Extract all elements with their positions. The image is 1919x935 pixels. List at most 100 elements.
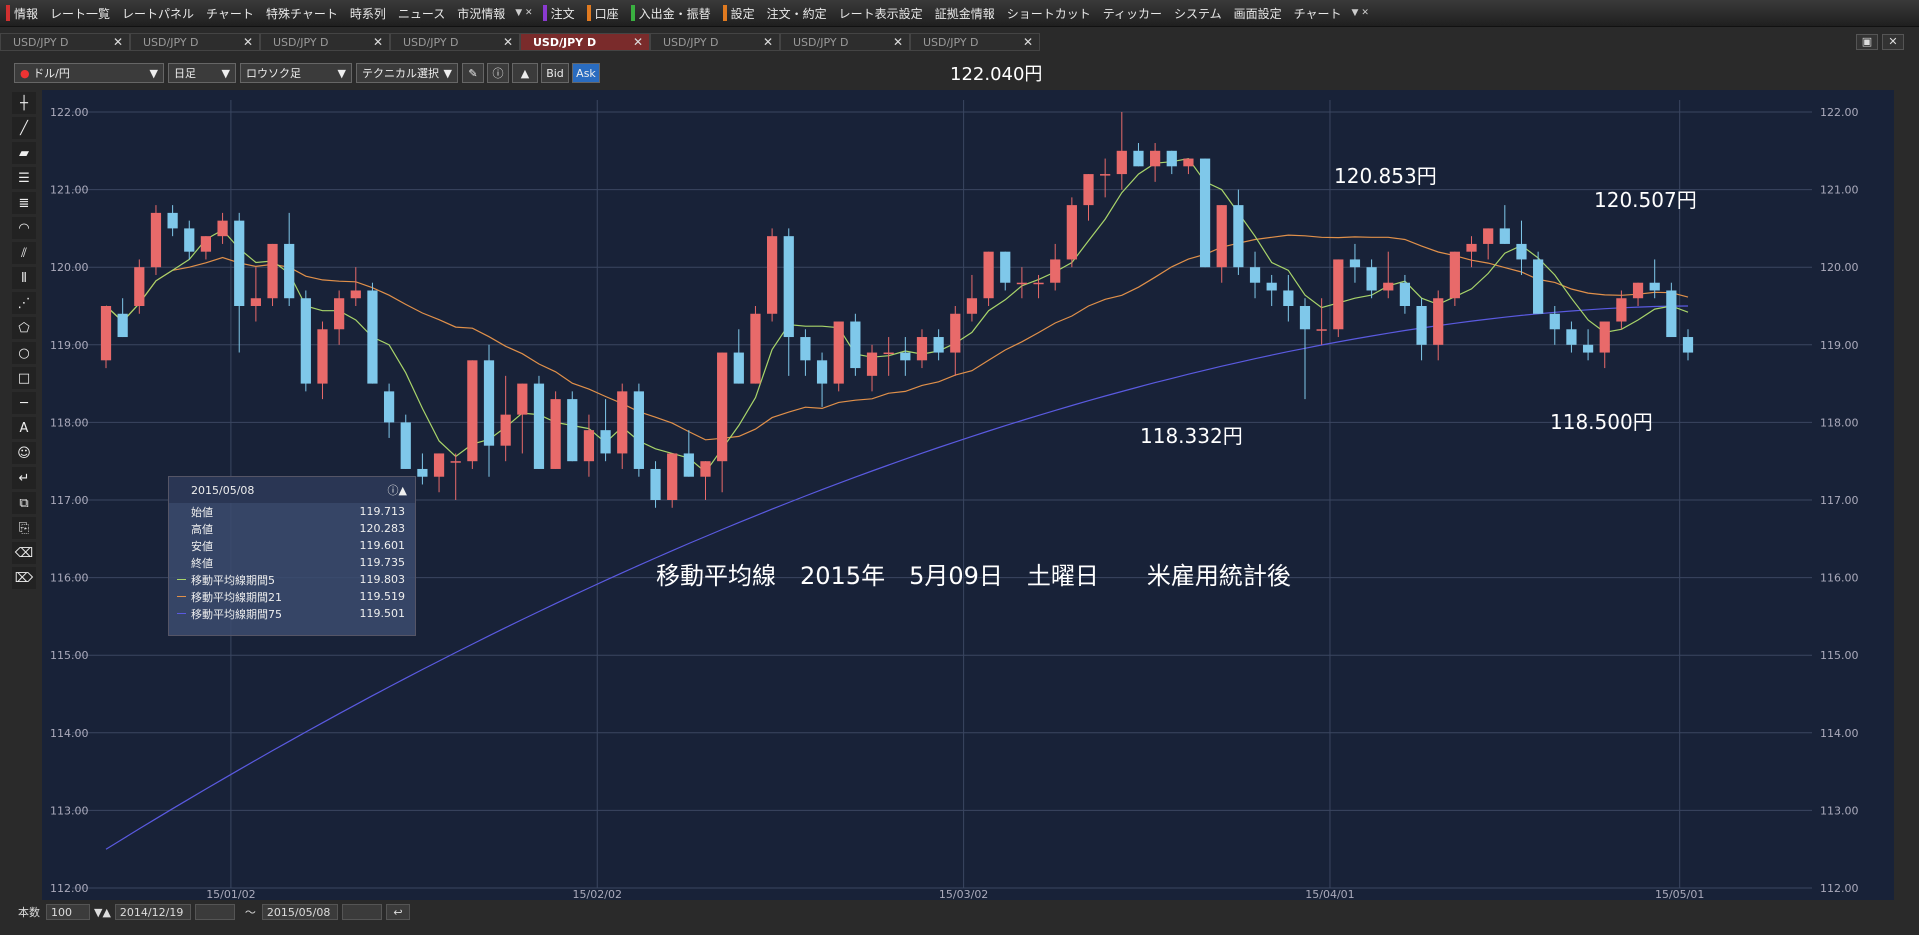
horizontal-line-icon[interactable]: ─	[12, 392, 36, 414]
cursor-icon[interactable]: ↵	[12, 467, 36, 489]
close-icon[interactable]: ✕	[633, 35, 643, 49]
menu-settings-item-1[interactable]: 注文・約定	[761, 0, 833, 26]
legend-swatch	[177, 579, 186, 580]
technical-select[interactable]: テクニカル選択 ▼	[356, 63, 458, 83]
menu-overflow-icon-2[interactable]: ▼ ✕	[1348, 8, 1373, 18]
info-value: 119.735	[359, 556, 406, 569]
menu-deposit[interactable]: 入出金・振替	[625, 0, 717, 26]
menu-item-6[interactable]: ニュース	[392, 0, 451, 26]
accent-marker	[586, 5, 591, 21]
y-tick-label-left: 117.00	[50, 494, 89, 507]
candle-body	[583, 430, 595, 462]
ruler-icon[interactable]: ▰	[12, 142, 36, 164]
menu-item-1[interactable]: レート一覧	[44, 0, 116, 26]
fan-icon[interactable]: ◠	[12, 217, 36, 239]
horizontal-lines-icon[interactable]: ☰	[12, 167, 36, 189]
close-window-icon[interactable]: ✕	[1882, 34, 1904, 50]
menu-settings-item-7[interactable]: 画面設定	[1228, 0, 1288, 26]
chart-style-select[interactable]: ロウソク足 ▼	[240, 63, 352, 83]
rectangle-icon[interactable]: □	[12, 367, 36, 389]
pitchfork-icon[interactable]: ⋰	[12, 292, 36, 314]
to-date-field[interactable]: 2015/05/08	[261, 904, 338, 920]
chart-tabs: USD/JPY D ✕ USD/JPY D ✕ USD/JPY D ✕ USD/JPY D ✕…	[0, 33, 1919, 52]
menu-item-3[interactable]: チャート	[200, 0, 260, 26]
close-icon[interactable]: ✕	[113, 35, 123, 49]
close-icon[interactable]: ✕	[763, 35, 773, 49]
trendline-icon[interactable]: ╱	[12, 117, 36, 139]
gann-icon[interactable]: ⫽	[12, 242, 36, 264]
legend-swatch	[177, 613, 186, 614]
currency-pair-select[interactable]: ● ドル/円 ▼	[14, 63, 164, 83]
erase-all-icon[interactable]: ⌦	[12, 567, 36, 589]
emoji-icon[interactable]: ☺	[12, 442, 36, 464]
menu-settings-item-5[interactable]: ティッカー	[1097, 0, 1168, 26]
info-label: 高値	[191, 522, 213, 536]
tab-label: USD/JPY D	[533, 35, 597, 49]
menu-item-7[interactable]: 市況情報	[451, 0, 511, 26]
from-date-field[interactable]: 2014/12/19	[114, 904, 191, 920]
text-icon[interactable]: A	[12, 417, 36, 439]
count-value: 100	[51, 905, 72, 919]
tab-7[interactable]: USD/JPY D ✕	[910, 33, 1040, 51]
refresh-icon[interactable]: ↩	[385, 904, 410, 920]
pentagon-icon[interactable]: ⬠	[12, 317, 36, 339]
candle-body	[800, 337, 811, 361]
vertical-lines-icon[interactable]: ⦀	[12, 267, 36, 289]
from-time-field[interactable]	[194, 904, 235, 920]
menu-item-4[interactable]: 特殊チャート	[260, 0, 344, 26]
candle-body	[1066, 205, 1077, 260]
tab-0[interactable]: USD/JPY D ✕	[0, 33, 130, 51]
y-tick-label-right: 113.00	[1820, 804, 1859, 817]
menu-settings-item-3[interactable]: 証拠金情報	[929, 0, 1001, 26]
maximize-icon[interactable]: ▣	[1856, 34, 1878, 50]
grid-lines-icon[interactable]: ≣	[12, 192, 36, 214]
menu-label: レートパネル	[122, 6, 195, 21]
close-icon[interactable]: ✕	[893, 35, 903, 49]
tab-5[interactable]: USD/JPY D ✕	[650, 33, 780, 51]
close-icon[interactable]: ✕	[1023, 35, 1033, 49]
info-row: 高値 120.283	[169, 520, 415, 537]
candle-body	[1599, 321, 1610, 353]
menu-item-5[interactable]: 時系列	[344, 0, 392, 26]
menu-settings-item-6[interactable]: システム	[1168, 0, 1228, 26]
copy-icon[interactable]: ⧉	[12, 492, 36, 514]
ohlc-info-box[interactable]: 2015/05/08 ⓘ▲ 始値 119.713 高値 120.283 安値 119.60…	[168, 476, 416, 636]
candle-body	[217, 220, 228, 237]
tab-6[interactable]: USD/JPY D ✕	[780, 33, 910, 51]
candle-body	[1616, 298, 1627, 322]
close-icon[interactable]: ✕	[373, 35, 383, 49]
ask-button[interactable]: Ask	[572, 63, 600, 83]
tab-1[interactable]: USD/JPY D ✕	[130, 33, 260, 51]
close-icon[interactable]: ✕	[243, 35, 253, 49]
info-icon[interactable]: ⓘ	[487, 63, 509, 83]
candle-body	[450, 461, 461, 463]
menu-overflow-icon[interactable]: ▼ ✕	[511, 8, 536, 18]
pen-icon[interactable]: ✎	[462, 63, 484, 83]
menu-settings-item-0[interactable]: 設定	[717, 0, 761, 26]
candle-body	[1566, 329, 1577, 345]
paste-icon[interactable]: ⎘	[12, 517, 36, 539]
circle-icon[interactable]: ○	[12, 342, 36, 364]
to-time-field[interactable]	[341, 904, 382, 920]
area-chart-icon[interactable]: ▲	[512, 63, 538, 83]
menu-settings-item-8[interactable]: チャート	[1288, 0, 1348, 26]
tab-4[interactable]: USD/JPY D ✕	[520, 33, 650, 51]
crosshair-icon[interactable]: ┼	[12, 92, 36, 114]
count-down-icon[interactable]: ▼▲	[94, 906, 111, 919]
collapse-icon[interactable]: ⓘ▲	[388, 482, 407, 498]
bid-button[interactable]: Bid	[541, 63, 569, 83]
menu-settings-item-4[interactable]: ショートカット	[1001, 0, 1097, 26]
close-icon[interactable]: ✕	[503, 35, 513, 49]
menu-item-2[interactable]: レートパネル	[116, 0, 200, 26]
tab-2[interactable]: USD/JPY D ✕	[260, 33, 390, 51]
menu-order[interactable]: 注文	[537, 0, 581, 26]
period-select[interactable]: 日足 ▼	[168, 63, 236, 83]
menu-settings-item-2[interactable]: レート表示設定	[833, 0, 929, 26]
tab-3[interactable]: USD/JPY D ✕	[390, 33, 520, 51]
menu-account[interactable]: 口座	[581, 0, 625, 26]
candle-body	[733, 352, 744, 384]
count-input[interactable]: 100	[46, 904, 90, 920]
menu-item-0[interactable]: 情報	[0, 0, 44, 26]
eraser-icon[interactable]: ⌫	[12, 542, 36, 564]
currency-pair-value: ドル/円	[33, 67, 70, 80]
